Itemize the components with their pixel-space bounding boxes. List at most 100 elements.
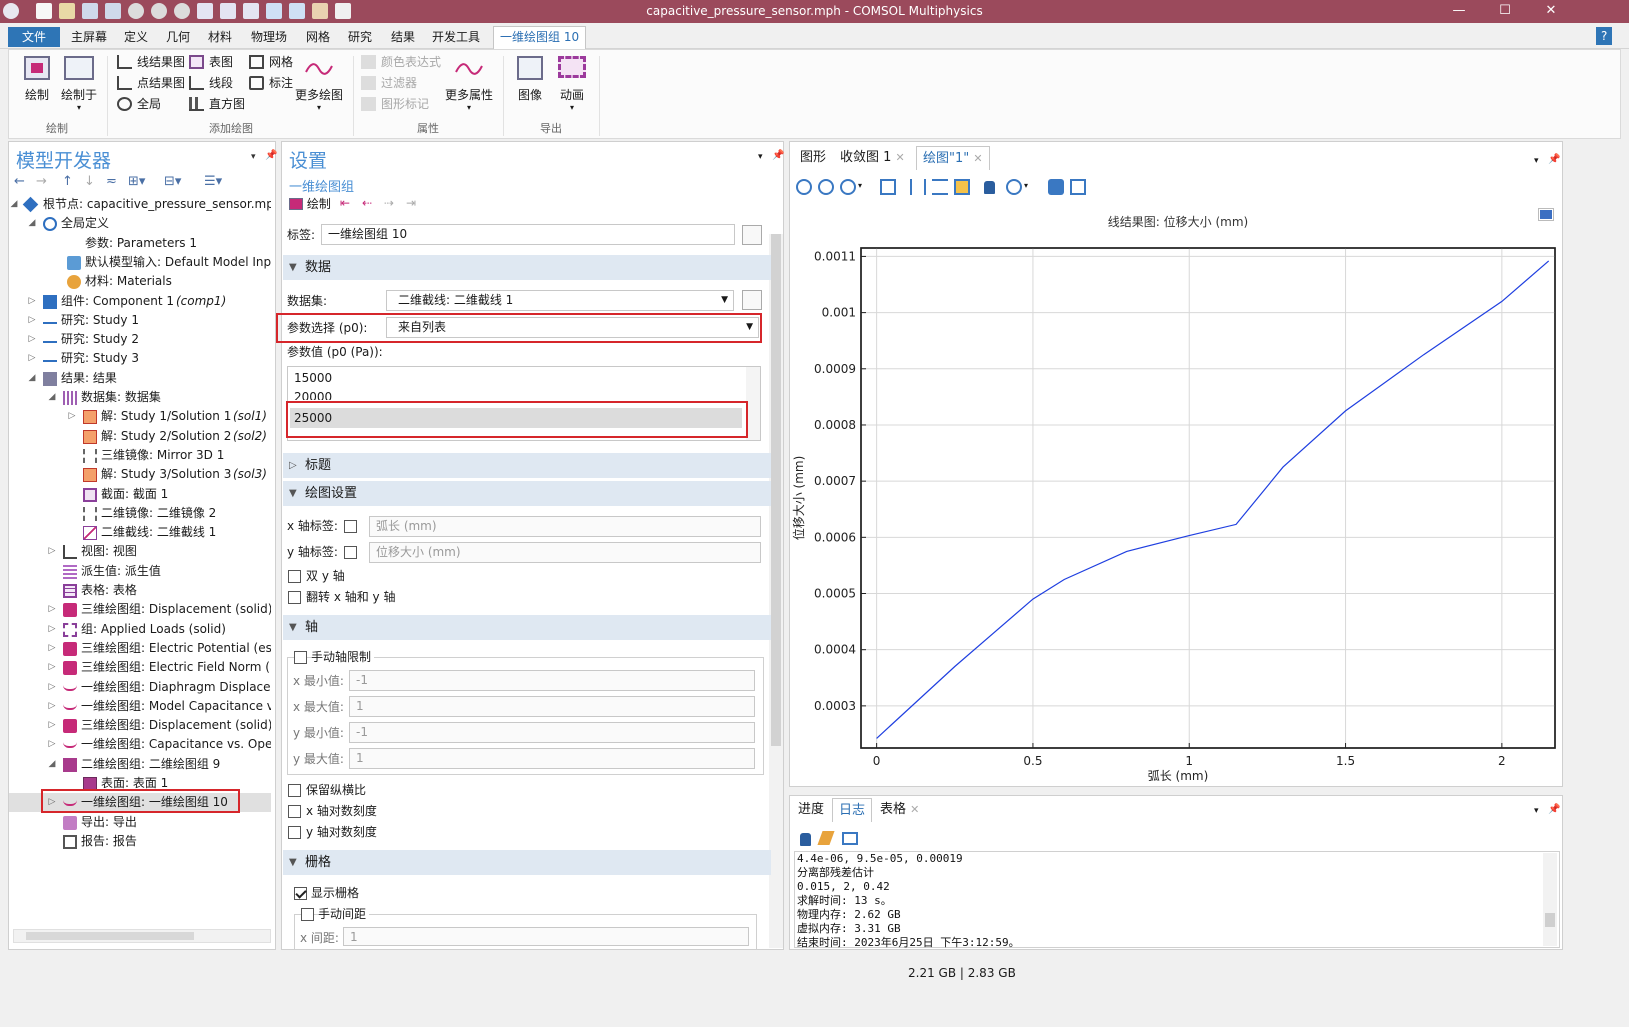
back-icon[interactable]: ←: [14, 174, 25, 189]
label-edit-icon[interactable]: [742, 225, 762, 245]
tree-item[interactable]: 截面: 截面 1: [9, 485, 271, 504]
tree-item[interactable]: 默认模型输入: Default Model Inp: [9, 253, 271, 272]
line-segment-button[interactable]: 线段: [189, 74, 233, 92]
tree-item[interactable]: ◢ 全局定义: [9, 214, 271, 233]
image-button[interactable]: 图像: [511, 56, 549, 103]
line-chart[interactable]: 线结果图: 位移大小 (mm) 0 0.5 1 1.5 2 0.0003 0.0004 0.00…: [791, 208, 1561, 784]
tab-geometry[interactable]: 几何: [160, 27, 196, 47]
expanded-arrow-icon[interactable]: ◢: [47, 755, 57, 774]
tree-item[interactable]: 二维截线: 二维截线 1: [9, 523, 271, 542]
tab-convergence[interactable]: 收敛图 1 ✕: [834, 146, 911, 170]
expanded-arrow-icon[interactable]: ◢: [47, 388, 57, 407]
section-axis[interactable]: ▼ 轴: [283, 615, 771, 640]
help-button[interactable]: ?: [1596, 27, 1613, 45]
tree-item[interactable]: ◢ 根节点: capacitive_pressure_sensor.mph: [9, 195, 271, 214]
xlabel-input[interactable]: 弧长 (mm): [369, 516, 761, 537]
table-lines-icon[interactable]: [932, 179, 948, 195]
nav-first-icon[interactable]: ⇤: [340, 196, 350, 210]
xmin-input[interactable]: -1: [349, 670, 755, 691]
filter-button[interactable]: 过滤器: [361, 74, 417, 92]
list-item[interactable]: 20000: [294, 390, 332, 400]
pin-icon[interactable]: 📌: [772, 150, 784, 161]
collapsed-arrow-icon[interactable]: ▷: [47, 658, 57, 677]
scrollbar-thumb[interactable]: [771, 234, 781, 746]
close-icon[interactable]: ✕: [896, 151, 905, 164]
tree-item[interactable]: 三维镜像: Mirror 3D 1: [9, 446, 271, 465]
flip-axes-checkbox[interactable]: [288, 591, 301, 604]
collapsed-arrow-icon[interactable]: ▷: [47, 620, 57, 639]
tree-item[interactable]: ▷ 三维绘图组: Displacement (solid): [9, 716, 271, 735]
tab-plot-group[interactable]: 一维绘图组 10: [493, 26, 587, 49]
tab-results[interactable]: 结果: [385, 27, 421, 47]
tree-item[interactable]: 派生值: 派生值: [9, 562, 271, 581]
collapsed-arrow-icon[interactable]: ▷: [27, 292, 37, 311]
list-item[interactable]: 15000: [294, 371, 332, 385]
zoom-box-icon[interactable]: [840, 179, 856, 195]
collapsed-arrow-icon[interactable]: ▷: [47, 678, 57, 697]
close-icon[interactable]: ✕: [973, 152, 982, 165]
plot-button[interactable]: 绘制: [17, 56, 57, 103]
line-graph-button[interactable]: 线结果图: [117, 53, 185, 71]
xlabel-checkbox[interactable]: [344, 520, 357, 533]
forward-icon[interactable]: →: [36, 174, 47, 189]
xmax-input[interactable]: 1: [349, 696, 755, 717]
nav-next-icon[interactable]: ⇢: [384, 196, 394, 210]
tree-item[interactable]: 导出: 导出: [9, 813, 271, 832]
table-graph-button[interactable]: 表图: [189, 53, 233, 71]
tree-item[interactable]: 解: Study 2/Solution 2 (sol2): [9, 427, 271, 446]
animation-button[interactable]: 动画 ▾: [553, 56, 591, 112]
point-graph-button[interactable]: 点结果图: [117, 74, 185, 92]
section-plot-settings[interactable]: ▼ 绘图设置: [283, 481, 771, 506]
grid-icon[interactable]: [910, 179, 926, 195]
tab-developer[interactable]: 开发工具: [426, 27, 486, 47]
dual-y-checkbox[interactable]: [288, 570, 301, 583]
show-icon[interactable]: ≂: [106, 174, 117, 189]
section-grid[interactable]: ▼ 栅格: [283, 850, 771, 875]
panel-menu-icon[interactable]: ▾: [1534, 806, 1539, 816]
dataset-select[interactable]: 二维截线: 二维截线 1 ▼: [386, 290, 734, 311]
scrollbar-thumb[interactable]: [26, 932, 194, 940]
tree-item[interactable]: 参数: Parameters 1: [9, 234, 271, 253]
graph-marker-button[interactable]: 图形标记: [361, 95, 429, 113]
tab-log[interactable]: 日志: [832, 798, 873, 822]
tree-item[interactable]: ▷ 研究: Study 3: [9, 349, 271, 368]
nav-last-icon[interactable]: ⇥: [406, 196, 416, 210]
tree-item[interactable]: ▷ 三维绘图组: Displacement (solid): [9, 600, 271, 619]
tree-horizontal-scrollbar[interactable]: [13, 929, 271, 943]
tree-item[interactable]: ▷ 一维绘图组: Capacitance vs. Ope: [9, 735, 271, 754]
tree-item[interactable]: 报告: 报告: [9, 832, 271, 851]
scrollbar-thumb[interactable]: [1545, 913, 1555, 927]
tree-item[interactable]: ▷ 视图: 视图: [9, 542, 271, 561]
scene-light-icon[interactable]: [1006, 179, 1022, 195]
move-down-icon[interactable]: ↓: [84, 174, 95, 189]
expand-icon[interactable]: ⊞▾: [128, 174, 145, 189]
move-up-icon[interactable]: ↑: [62, 174, 73, 189]
tab-graphics[interactable]: 图形: [794, 146, 832, 170]
tree-item[interactable]: ▷ 解: Study 1/Solution 1 (sol1): [9, 407, 271, 426]
tree-item[interactable]: ▷ 研究: Study 1: [9, 311, 271, 330]
tab-physics[interactable]: 物理场: [245, 27, 293, 47]
zoom-in-icon[interactable]: [796, 179, 812, 195]
settings-plot-button[interactable]: 绘制: [289, 196, 331, 212]
show-grid-checkbox[interactable]: [294, 887, 307, 900]
panel-menu-icon[interactable]: ▾: [1534, 156, 1539, 166]
tree-item[interactable]: ◢ 结果: 结果: [9, 369, 271, 388]
log-scrollbar[interactable]: [1543, 853, 1557, 946]
camera-icon[interactable]: [1048, 179, 1064, 195]
keep-aspect-checkbox[interactable]: [288, 784, 301, 797]
tab-mesh[interactable]: 网格: [300, 27, 336, 47]
zoom-out-icon[interactable]: [818, 179, 834, 195]
list-scrollbar[interactable]: [746, 367, 760, 440]
collapse-icon[interactable]: ⊟▾: [164, 174, 181, 189]
collapsed-arrow-icon[interactable]: ▷: [27, 349, 37, 368]
tab-study[interactable]: 研究: [342, 27, 378, 47]
tab-file[interactable]: 文件: [8, 27, 61, 47]
x-log-checkbox[interactable]: [288, 805, 301, 818]
collapsed-arrow-icon[interactable]: ▷: [47, 600, 57, 619]
tab-plot[interactable]: 绘图"1" ✕: [916, 146, 990, 170]
print-icon[interactable]: [1070, 179, 1086, 195]
view-options-icon[interactable]: ☰▾: [204, 174, 222, 189]
ylabel-checkbox[interactable]: [344, 546, 357, 559]
collapsed-arrow-icon[interactable]: ▷: [47, 735, 57, 754]
close-icon[interactable]: ✕: [910, 803, 919, 816]
